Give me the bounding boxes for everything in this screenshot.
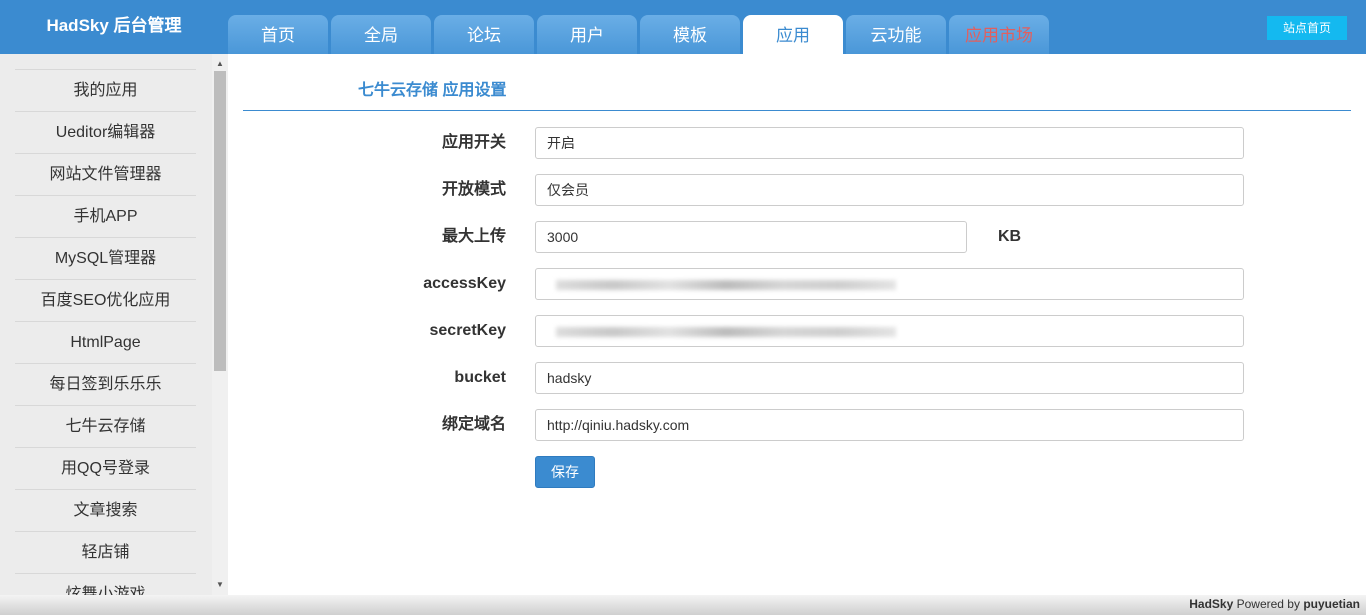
sidebar-item-ueditor[interactable]: Ueditor编辑器 (15, 111, 196, 153)
page-title: 七牛云存储 应用设置 (358, 82, 507, 99)
bucket-label: bucket (454, 369, 506, 386)
footer-brand: HadSky (1189, 597, 1234, 611)
secret-key-label: secretKey (429, 322, 507, 339)
tab-app-market[interactable]: 应用市场 (949, 15, 1049, 54)
save-button[interactable]: 保存 (535, 456, 595, 488)
title-divider (243, 110, 1351, 111)
scroll-down-arrow-icon[interactable]: ▼ (212, 577, 228, 593)
main-content: 七牛云存储 应用设置 应用开关 开启 开放模式 仅会员 最大上传 3000 KB… (228, 54, 1366, 595)
mode-label: 开放模式 (441, 181, 506, 198)
sidebar-item-mysql[interactable]: MySQL管理器 (15, 237, 196, 279)
tab-app[interactable]: 应用 (743, 15, 843, 54)
tab-template[interactable]: 模板 (640, 15, 740, 54)
footer-credit: HadSky Powered by puyuetian (1189, 597, 1360, 611)
sidebar-item-daily-signin[interactable]: 每日签到乐乐乐 (15, 363, 196, 405)
sidebar-scrollbar[interactable]: ▲ ▼ (212, 54, 228, 595)
tab-global[interactable]: 全局 (331, 15, 431, 54)
brand-title: HadSky 后台管理 (46, 16, 182, 35)
sidebar-item-baidu-seo[interactable]: 百度SEO优化应用 (15, 279, 196, 321)
sidebar-item-qq-login[interactable]: 用QQ号登录 (15, 447, 196, 489)
sidebar: 我的应用 Ueditor编辑器 网站文件管理器 手机APP MySQL管理器 百… (0, 54, 228, 595)
footer-author: puyuetian (1303, 597, 1360, 611)
top-header: HadSky 后台管理 首页 全局 论坛 用户 模板 应用 云功能 应用市场 站… (0, 0, 1366, 54)
max-upload-input[interactable]: 3000 (535, 221, 967, 253)
max-upload-unit: KB (998, 228, 1022, 245)
sidebar-item-my-apps[interactable]: 我的应用 (15, 69, 196, 111)
sidebar-item-mini-game[interactable]: 炫舞小游戏 (15, 573, 196, 595)
scroll-up-arrow-icon[interactable]: ▲ (212, 56, 228, 72)
footer: HadSky Powered by puyuetian (0, 595, 1366, 615)
sidebar-item-qiniu[interactable]: 七牛云存储 (15, 405, 196, 447)
footer-powered: Powered by (1236, 597, 1300, 611)
mode-select[interactable]: 仅会员 (535, 174, 1244, 206)
tab-forum[interactable]: 论坛 (434, 15, 534, 54)
access-key-input[interactable] (535, 268, 1244, 300)
domain-input[interactable]: http://qiniu.hadsky.com (535, 409, 1244, 441)
site-home-button[interactable]: 站点首页 (1267, 16, 1347, 40)
sidebar-item-shop[interactable]: 轻店铺 (15, 531, 196, 573)
main-tabs: 首页 全局 论坛 用户 模板 应用 云功能 应用市场 (228, 15, 1052, 54)
redacted-value (556, 327, 896, 337)
sidebar-item-htmlpage[interactable]: HtmlPage (15, 321, 196, 363)
redacted-value (556, 280, 896, 290)
bucket-input[interactable]: hadsky (535, 362, 1244, 394)
sidebar-item-article-search[interactable]: 文章搜索 (15, 489, 196, 531)
max-upload-label: 最大上传 (441, 228, 506, 245)
tab-cloud[interactable]: 云功能 (846, 15, 946, 54)
sidebar-item-file-manager[interactable]: 网站文件管理器 (15, 153, 196, 195)
tab-home[interactable]: 首页 (228, 15, 328, 54)
secret-key-input[interactable] (535, 315, 1244, 347)
switch-select[interactable]: 开启 (535, 127, 1244, 159)
access-key-label: accessKey (423, 275, 506, 292)
scroll-thumb[interactable] (214, 71, 226, 371)
sidebar-list: 我的应用 Ueditor编辑器 网站文件管理器 手机APP MySQL管理器 百… (15, 69, 196, 595)
sidebar-item-mobile-app[interactable]: 手机APP (15, 195, 196, 237)
switch-label: 应用开关 (441, 134, 506, 151)
tab-user[interactable]: 用户 (537, 15, 637, 54)
domain-label: 绑定域名 (441, 416, 506, 433)
